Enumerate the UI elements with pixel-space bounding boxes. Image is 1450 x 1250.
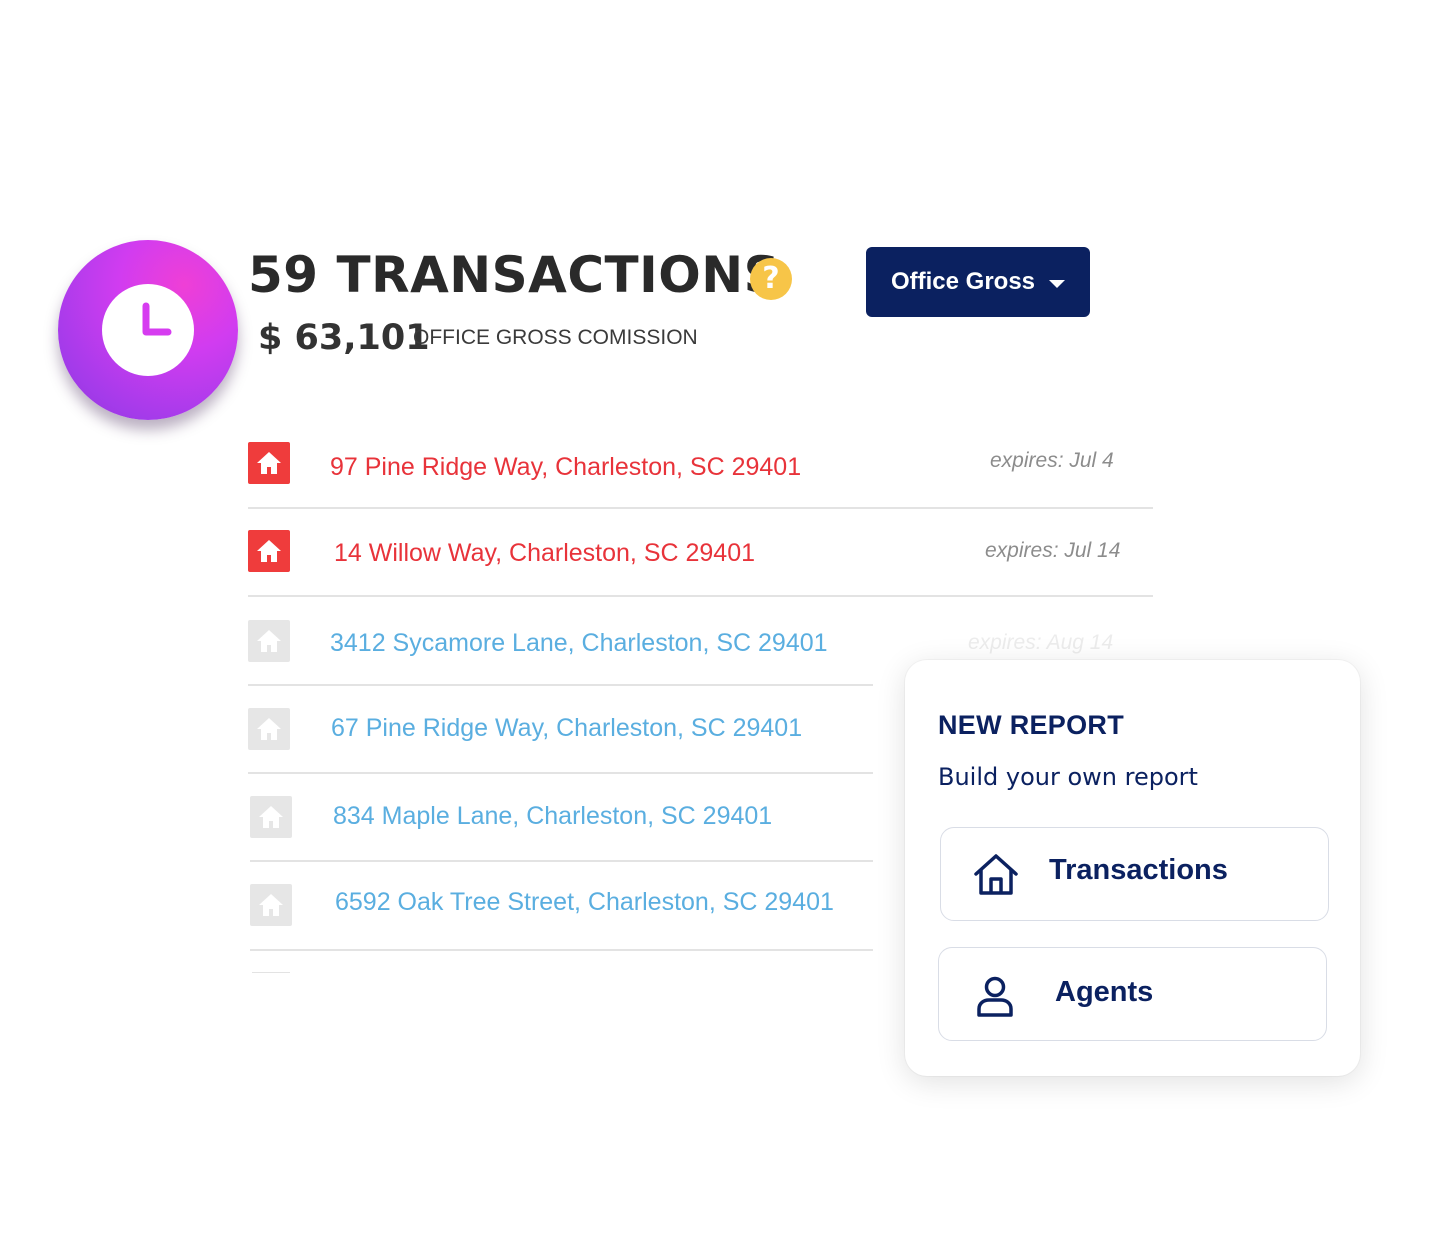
dropdown-label: Office Gross: [890, 268, 1036, 295]
row-divider: [250, 860, 873, 862]
transaction-address-link[interactable]: 834 Maple Lane, Charleston, SC 29401: [333, 802, 772, 831]
clock-badge: [58, 240, 238, 420]
transactions-report-label: Transactions: [1049, 854, 1228, 886]
transaction-expiry: expires: Jul 4: [990, 449, 1114, 472]
transaction-address-link[interactable]: 3412 Sycamore Lane, Charleston, SC 29401: [330, 629, 828, 658]
house-outline-icon: [971, 852, 1021, 902]
agents-report-button[interactable]: Agents: [938, 947, 1327, 1041]
user-outline-icon: [975, 976, 1015, 1022]
row-divider: [248, 507, 1153, 509]
new-report-card: NEW REPORT Build your own report Transac…: [905, 660, 1360, 1076]
transactions-report-button[interactable]: Transactions: [940, 827, 1329, 921]
house-icon: [248, 442, 290, 484]
transaction-expiry: expires: Aug 14: [968, 631, 1114, 654]
report-card-subtitle: Build your own report: [938, 763, 1198, 791]
clock-icon: [102, 284, 194, 376]
transaction-address-link[interactable]: 6592 Oak Tree Street, Charleston, SC 294…: [335, 888, 834, 917]
page-title: 59 TRANSACTIONS: [248, 246, 781, 304]
transaction-address-link[interactable]: 67 Pine Ridge Way, Charleston, SC 29401: [331, 714, 802, 743]
help-icon[interactable]: ?: [750, 258, 792, 300]
row-divider: [248, 772, 873, 774]
house-icon: [248, 708, 290, 750]
gross-commission-label: OFFICE GROSS COMISSION: [413, 326, 698, 349]
transaction-expiry: expires: Jul 14: [985, 539, 1121, 562]
report-card-title: NEW REPORT: [938, 710, 1125, 740]
transaction-address-link[interactable]: 97 Pine Ridge Way, Charleston, SC 29401: [330, 453, 801, 482]
transaction-address-link[interactable]: 14 Willow Way, Charleston, SC 29401: [334, 539, 755, 568]
caret-down-icon: [1049, 279, 1066, 288]
row-divider: [248, 684, 873, 686]
house-icon: [250, 884, 292, 926]
house-icon: [250, 796, 292, 838]
row-divider: [252, 972, 290, 973]
house-icon: [248, 530, 290, 572]
agents-report-label: Agents: [1055, 976, 1154, 1008]
gross-commission-amount: $ 63,101: [258, 318, 430, 358]
row-divider: [250, 949, 873, 951]
office-gross-dropdown[interactable]: Office Gross: [866, 247, 1090, 317]
house-icon: [248, 620, 290, 662]
row-divider: [248, 595, 1153, 597]
